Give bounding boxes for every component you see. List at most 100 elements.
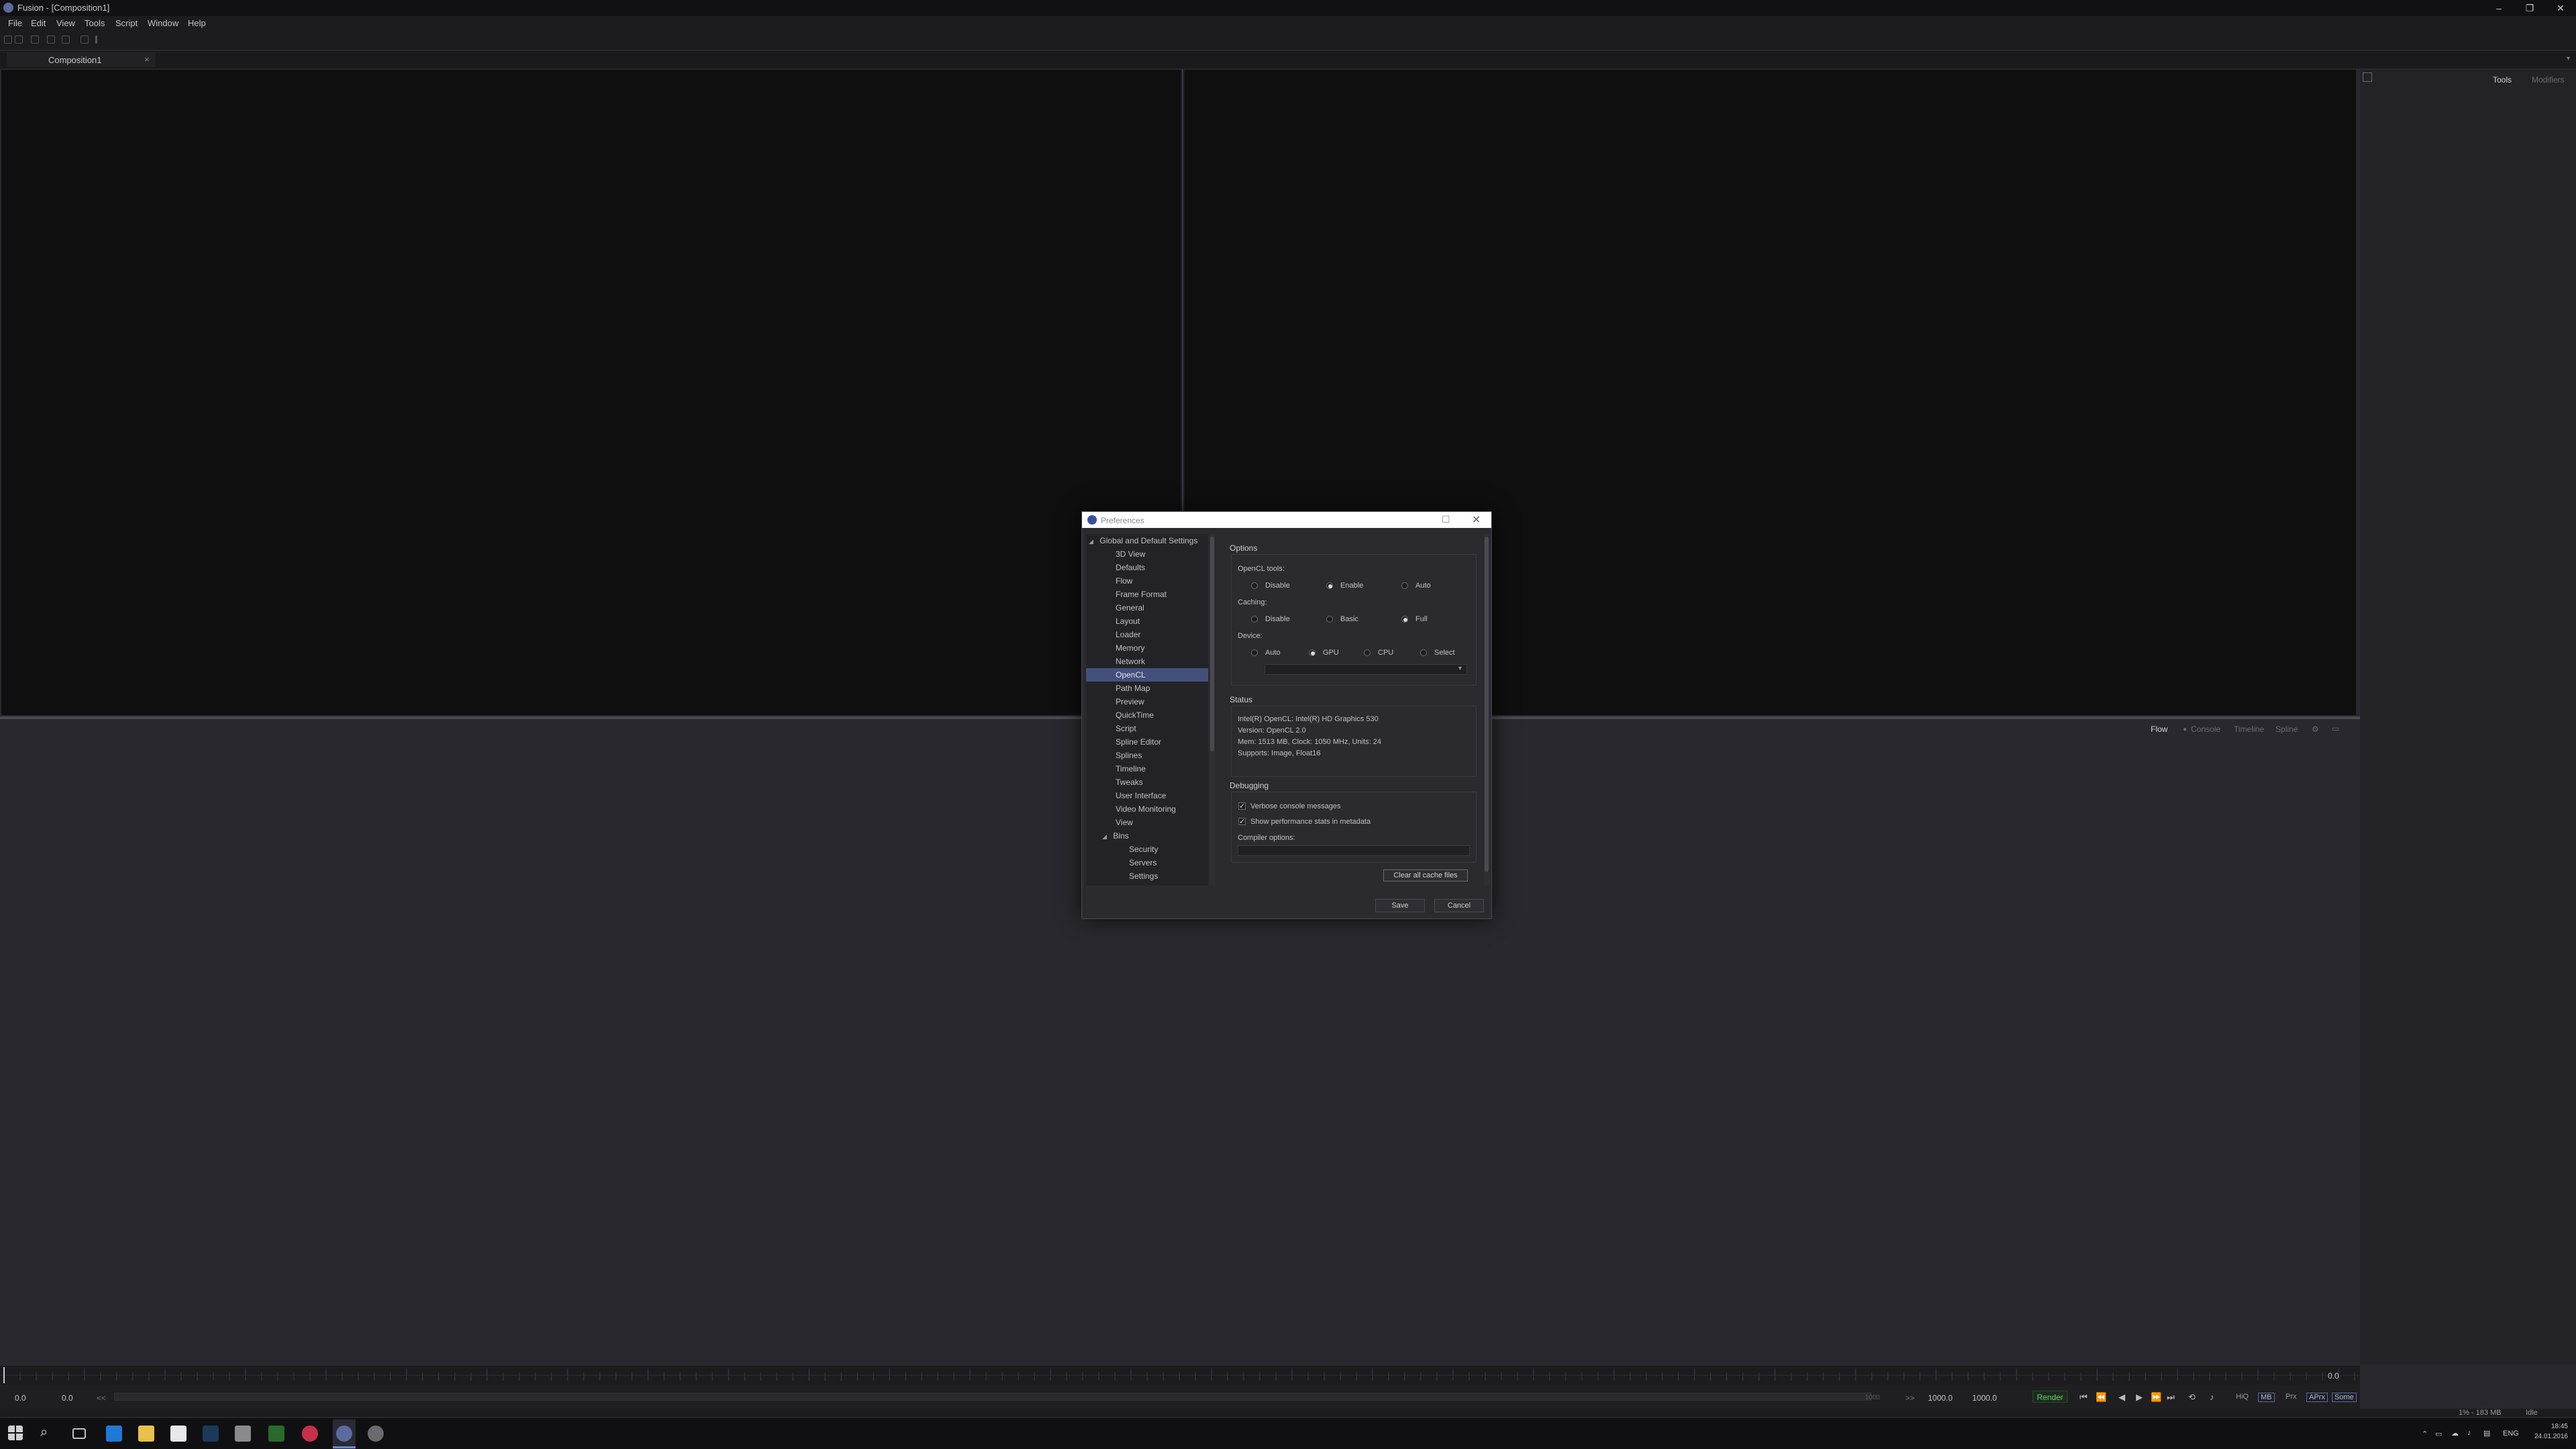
windows-start-icon[interactable]: [8, 1426, 23, 1440]
device-select-radio[interactable]: [1420, 649, 1427, 656]
device-auto-radio[interactable]: [1251, 649, 1258, 656]
tree-item-tweaks[interactable]: Tweaks: [1086, 775, 1208, 789]
tree-item-memory[interactable]: Memory: [1086, 641, 1208, 655]
tray-time[interactable]: 18:45: [2541, 1423, 2568, 1430]
dialog-close-icon[interactable]: ✕: [1472, 513, 1481, 527]
step-back-icon[interactable]: ⏪: [2096, 1392, 2106, 1403]
mb-button[interactable]: MB: [2258, 1393, 2275, 1402]
tray-language[interactable]: ENG: [2503, 1430, 2519, 1438]
tree-item-view[interactable]: View: [1086, 816, 1208, 829]
maximize-button[interactable]: ❐: [2514, 0, 2545, 16]
render-end-field[interactable]: 1000.0: [1928, 1393, 1953, 1403]
menu-window[interactable]: Window: [148, 18, 178, 28]
file-explorer-icon[interactable]: [138, 1426, 154, 1442]
tab-modifiers[interactable]: Modifiers: [2532, 75, 2565, 85]
tree-item-defaults[interactable]: Defaults: [1086, 561, 1208, 574]
tree-item-preview[interactable]: Preview: [1086, 695, 1208, 708]
redo-icon[interactable]: [62, 36, 70, 44]
tab-tools[interactable]: Tools: [2493, 75, 2512, 85]
first-frame-icon[interactable]: ⏮: [2080, 1392, 2088, 1403]
render-button[interactable]: Render: [2033, 1391, 2068, 1403]
tray-cloud-icon[interactable]: ☁: [2451, 1429, 2459, 1438]
step-forward-icon[interactable]: ⏩: [2151, 1392, 2161, 1403]
tree-item-bins-settings[interactable]: Settings: [1086, 869, 1208, 883]
prx-button[interactable]: Prx: [2284, 1393, 2299, 1401]
dialog-maximize-icon[interactable]: ☐: [1442, 514, 1450, 525]
menu-view[interactable]: View: [56, 18, 75, 28]
menu-edit[interactable]: Edit: [31, 18, 46, 28]
tree-bins[interactable]: ◢ Bins: [1086, 829, 1208, 843]
tab-console[interactable]: Console: [2191, 724, 2220, 734]
aprx-button[interactable]: APrx: [2306, 1393, 2328, 1402]
tree-item-bins-security[interactable]: Security: [1086, 843, 1208, 856]
archive-app-icon[interactable]: [235, 1426, 251, 1442]
undo-icon[interactable]: [47, 36, 55, 44]
verbose-checkbox[interactable]: ✓: [1238, 802, 1246, 810]
search-icon[interactable]: ⌕: [40, 1425, 48, 1440]
device-gpu-radio[interactable]: [1309, 649, 1316, 656]
tree-item-general[interactable]: General: [1086, 601, 1208, 614]
range-slider[interactable]: [114, 1393, 1872, 1401]
some-button[interactable]: Some: [2332, 1393, 2357, 1402]
tree-item-quicktime[interactable]: QuickTime: [1086, 708, 1208, 722]
tab-timeline[interactable]: Timeline: [2234, 724, 2264, 734]
time-ruler[interactable]: [0, 1366, 2360, 1385]
tree-item-frame-format[interactable]: Frame Format: [1086, 588, 1208, 601]
opencl-disable-radio[interactable]: [1251, 582, 1258, 589]
print-icon[interactable]: [80, 36, 89, 44]
tab-menu-chevron-icon[interactable]: ▾: [2567, 55, 2570, 62]
tree-item-user-interface[interactable]: User Interface: [1086, 789, 1208, 802]
tab-spline[interactable]: Spline: [2275, 724, 2298, 734]
play-reverse-icon[interactable]: ◀: [2118, 1392, 2125, 1403]
global-end-field[interactable]: 1000.0: [1972, 1393, 1997, 1403]
clear-cache-button[interactable]: Clear all cache files: [1383, 869, 1468, 881]
steam-icon[interactable]: [203, 1426, 219, 1442]
tree-item-path-map[interactable]: Path Map: [1086, 682, 1208, 695]
nvidia-icon[interactable]: [268, 1426, 284, 1442]
caching-basic-radio[interactable]: [1326, 616, 1333, 623]
edge-browser-icon[interactable]: [106, 1426, 122, 1442]
options-icon[interactable]: ▭: [2332, 724, 2339, 733]
range-rewind-button[interactable]: <<: [97, 1393, 106, 1403]
tab-close-icon[interactable]: ×: [144, 54, 150, 64]
tray-date[interactable]: 24.01.2016: [2529, 1433, 2568, 1440]
caching-disable-radio[interactable]: [1251, 616, 1258, 623]
play-icon[interactable]: ▶: [2136, 1392, 2143, 1403]
tray-expand-icon[interactable]: ⌃: [2422, 1430, 2428, 1438]
compiler-options-input[interactable]: [1238, 845, 1470, 856]
tab-flow[interactable]: Flow: [2151, 724, 2167, 734]
tree-item-timeline[interactable]: Timeline: [1086, 762, 1208, 775]
save-button[interactable]: Save: [1375, 899, 1425, 912]
cancel-button[interactable]: Cancel: [1434, 899, 1484, 912]
tree-item-bins-servers[interactable]: Servers: [1086, 856, 1208, 869]
collapse-triangle-icon[interactable]: ◢: [1089, 538, 1093, 545]
tree-item-video-monitoring[interactable]: Video Monitoring: [1086, 802, 1208, 816]
menu-file[interactable]: File: [8, 18, 22, 28]
tree-item-network[interactable]: Network: [1086, 655, 1208, 668]
opencl-enable-radio[interactable]: [1326, 582, 1333, 589]
panel-toggle-checkbox[interactable]: [2363, 72, 2372, 82]
tree-item-opencl[interactable]: OpenCL: [1086, 668, 1208, 682]
tree-scrollbar-thumb[interactable]: [1210, 537, 1214, 751]
minimize-button[interactable]: –: [2483, 0, 2514, 16]
tree-root[interactable]: ◢ Global and Default Settings: [1086, 534, 1208, 547]
range-ffwd-button[interactable]: >>: [1905, 1393, 1915, 1403]
store-icon[interactable]: [170, 1426, 186, 1442]
tree-item-layout[interactable]: Layout: [1086, 614, 1208, 628]
tree-item-splines[interactable]: Splines: [1086, 749, 1208, 762]
caching-full-radio[interactable]: [1401, 616, 1408, 623]
open-icon[interactable]: [15, 36, 23, 44]
viewer-left[interactable]: [1, 70, 1181, 715]
loop-icon[interactable]: ⟲: [2188, 1392, 2196, 1403]
davinci-icon[interactable]: [302, 1426, 318, 1442]
opencl-auto-radio[interactable]: [1401, 582, 1408, 589]
render-start-field[interactable]: 0.0: [62, 1393, 73, 1403]
last-frame-icon[interactable]: ⏭: [2167, 1392, 2175, 1403]
tray-message-icon[interactable]: ▤: [2483, 1429, 2490, 1438]
device-dropdown[interactable]: [1265, 664, 1467, 675]
global-start-field[interactable]: 0.0: [15, 1393, 26, 1403]
tray-network-icon[interactable]: ▭: [2435, 1430, 2442, 1438]
close-button[interactable]: ✕: [2545, 0, 2576, 16]
tree-item-flow[interactable]: Flow: [1086, 574, 1208, 588]
save-icon[interactable]: [31, 36, 39, 44]
